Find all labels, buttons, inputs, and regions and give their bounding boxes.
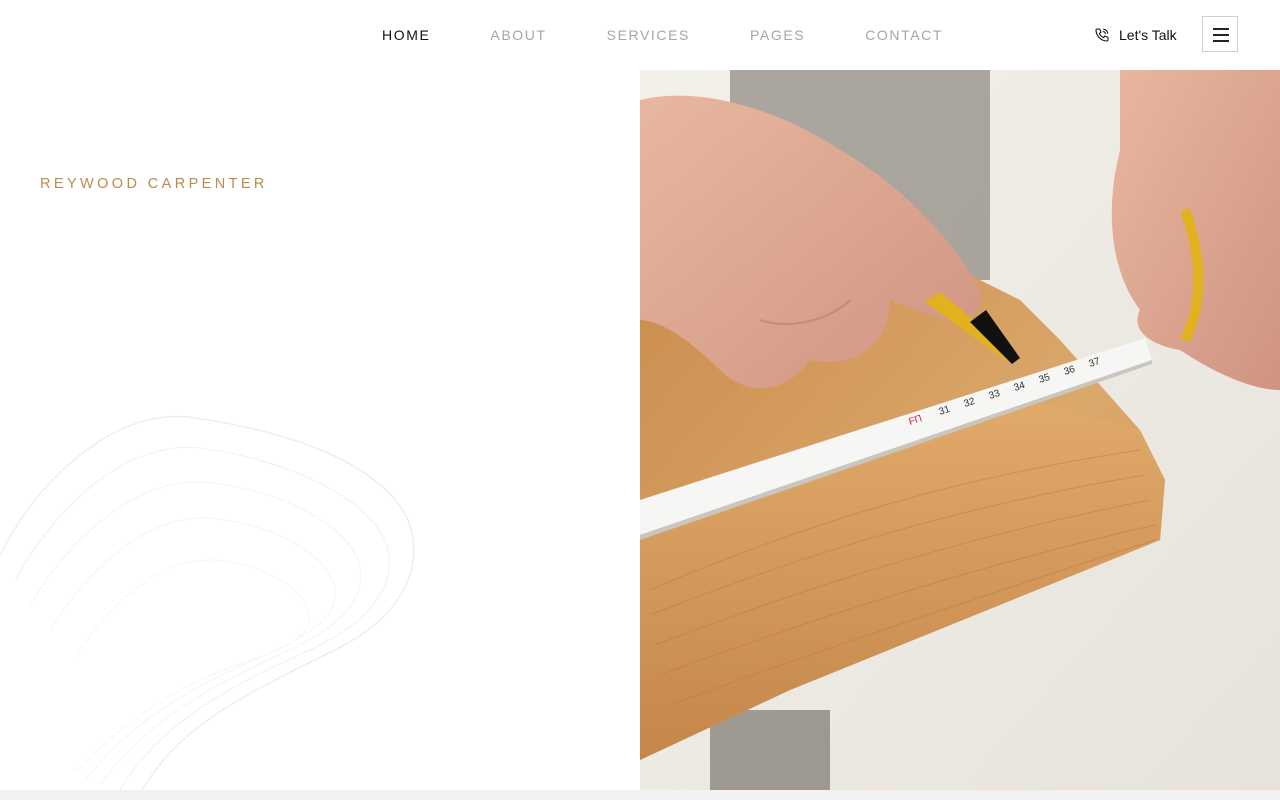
hero-text-panel: REYWOOD CARPENTER: [0, 70, 640, 790]
hamburger-line: [1213, 34, 1229, 36]
wood-contour-decoration: [0, 415, 415, 790]
nav-item-home[interactable]: HOME: [352, 27, 460, 43]
hamburger-line: [1213, 40, 1229, 42]
main-nav: HOME ABOUT SERVICES PAGES CONTACT: [352, 0, 973, 70]
hamburger-menu-icon: [1213, 28, 1229, 30]
nav-item-about[interactable]: ABOUT: [460, 27, 576, 43]
lets-talk-button[interactable]: Let's Talk: [1094, 27, 1177, 43]
page-bottom-strip: [0, 790, 1280, 800]
phone-icon: [1094, 27, 1110, 43]
brand-tagline: REYWOOD CARPENTER: [40, 176, 268, 192]
nav-item-services[interactable]: SERVICES: [577, 27, 720, 43]
lets-talk-label: Let's Talk: [1119, 27, 1177, 43]
site-header: HOME ABOUT SERVICES PAGES CONTACT Let's …: [0, 0, 1280, 70]
measuring-wood-photo: 31 32 33 34 35 36 37 FΠ: [640, 70, 1280, 790]
hero-image: 31 32 33 34 35 36 37 FΠ: [640, 70, 1280, 790]
nav-item-contact[interactable]: CONTACT: [835, 27, 973, 43]
nav-item-pages[interactable]: PAGES: [720, 27, 835, 43]
hamburger-menu-button[interactable]: [1202, 16, 1238, 52]
